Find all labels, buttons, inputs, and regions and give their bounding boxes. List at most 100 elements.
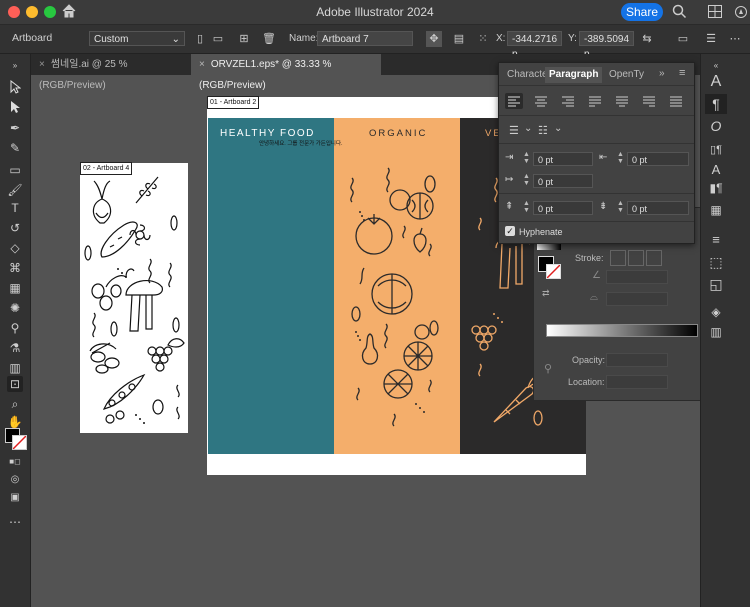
stroke-align-inside-icon[interactable]: [628, 250, 644, 266]
type-tool-icon[interactable]: T: [7, 200, 23, 216]
zoom-tool-icon[interactable]: ⌕: [7, 396, 23, 412]
hyphenate-checkbox[interactable]: ✓: [505, 226, 515, 236]
discover-icon[interactable]: [734, 5, 748, 22]
reference-point-icon[interactable]: ⁙: [476, 31, 490, 47]
rotate-tool-icon[interactable]: ↺: [7, 220, 23, 236]
eyedropper-tool-icon[interactable]: ⚲: [7, 320, 23, 336]
stepper-icon[interactable]: ▲ ▼: [523, 200, 530, 214]
more-options-icon[interactable]: ⋯: [728, 31, 742, 47]
ruler-icon[interactable]: ▭: [676, 31, 690, 47]
stroke-swatch-large[interactable]: [546, 264, 561, 279]
right-indent-input[interactable]: 0 pt: [627, 152, 689, 166]
blend-tool-icon[interactable]: ⚗: [7, 340, 23, 356]
stroke-align-center-icon[interactable]: [610, 250, 626, 266]
close-tab-icon[interactable]: ×: [199, 59, 205, 70]
justify-last-right-icon[interactable]: [640, 93, 658, 109]
eraser-tool-icon[interactable]: ◇: [7, 240, 23, 256]
stepper-icon[interactable]: ▲ ▼: [523, 173, 530, 187]
paragraph-panel-icon[interactable]: ¶: [705, 94, 727, 114]
pathfinder-panel-icon[interactable]: ◱: [705, 274, 727, 294]
draw-mode-icon[interactable]: ◎: [7, 472, 23, 488]
stepper-icon[interactable]: ▲ ▼: [523, 151, 530, 165]
tab-orvzel-document[interactable]: × ORVZEL1.eps* @ 33.33 % (RGB/Preview): [191, 54, 381, 91]
tab-paragraph[interactable]: Paragraph: [545, 67, 603, 83]
direct-selection-tool-icon[interactable]: [7, 100, 23, 116]
eyedropper-icon[interactable]: ⚲: [544, 362, 552, 375]
share-button[interactable]: Share: [621, 3, 663, 21]
angle-input[interactable]: [606, 270, 668, 284]
x-input[interactable]: -344.2716 p: [507, 31, 562, 60]
width-tool-icon[interactable]: ⌘: [7, 260, 23, 276]
chevron-down-icon[interactable]: ⌄: [524, 123, 532, 134]
collapse-toolbar-icon[interactable]: »: [7, 58, 23, 74]
artboard-2-label[interactable]: 01 - Artboard 2: [207, 96, 260, 109]
pen-tool-icon[interactable]: ✒: [7, 120, 23, 136]
artboard-4-label[interactable]: 02 - Artboard 4: [80, 162, 133, 175]
justify-last-left-icon[interactable]: [586, 93, 604, 109]
opacity-input[interactable]: [606, 353, 668, 367]
opentype-panel-icon[interactable]: O: [705, 116, 727, 136]
rectangle-tool-icon[interactable]: ▭: [7, 162, 23, 178]
align-right-icon[interactable]: [559, 93, 577, 109]
artboard-tool-icon[interactable]: ⊡: [7, 376, 23, 392]
glyphs-panel-icon[interactable]: ▯¶: [705, 140, 727, 160]
edit-toolbar-icon[interactable]: ⋯: [7, 514, 23, 530]
transform-panel-icon[interactable]: ⬚: [705, 252, 727, 272]
chevron-down-icon[interactable]: ⌄: [554, 123, 562, 134]
artboard-4[interactable]: [80, 163, 188, 433]
artboard-options-icon[interactable]: ▤: [452, 31, 466, 47]
expand-panel-icon[interactable]: »: [659, 68, 665, 79]
portrait-orientation-icon[interactable]: ▯: [193, 31, 207, 47]
link-icon[interactable]: ⇆: [640, 31, 654, 47]
panel-menu-icon[interactable]: ≡: [679, 67, 685, 79]
aspect-ratio-icon[interactable]: ⌓: [590, 292, 598, 303]
bullets-icon[interactable]: ☰: [509, 124, 519, 137]
left-indent-input[interactable]: 0 pt: [533, 152, 593, 166]
stroke-align-outside-icon[interactable]: [646, 250, 662, 266]
paragraph-styles-icon[interactable]: ▮¶: [705, 178, 727, 198]
tab-opentype[interactable]: OpenTy: [605, 67, 648, 83]
align-center-icon[interactable]: [532, 93, 550, 109]
preset-select[interactable]: Custom ⌄: [89, 31, 185, 46]
character-styles-icon[interactable]: A: [705, 160, 727, 180]
delete-artboard-icon[interactable]: 🗑: [262, 31, 276, 47]
stepper-icon[interactable]: ▲ ▼: [617, 151, 624, 165]
layers-panel-icon[interactable]: ◈: [705, 302, 727, 322]
color-mode-icon[interactable]: ■◻: [7, 454, 23, 470]
landscape-orientation-icon[interactable]: ▭: [211, 31, 225, 47]
space-after-input[interactable]: 0 pt: [627, 201, 689, 215]
stroke-swatch[interactable]: [12, 435, 27, 450]
curvature-tool-icon[interactable]: ✎: [7, 140, 23, 156]
selection-tool-icon[interactable]: [7, 79, 23, 96]
swap-icon[interactable]: ⇄: [542, 288, 550, 299]
search-icon[interactable]: [672, 4, 687, 22]
space-before-input[interactable]: 0 pt: [533, 201, 593, 215]
arrange-documents-icon[interactable]: [708, 5, 722, 21]
new-artboard-icon[interactable]: ⊞: [237, 31, 251, 47]
justify-last-center-icon[interactable]: [613, 93, 631, 109]
tabs-panel-icon[interactable]: ▦: [705, 200, 727, 220]
artboard-name-input[interactable]: Artboard 7: [317, 31, 413, 46]
align-left-icon[interactable]: [505, 93, 523, 109]
y-input[interactable]: -389.5094 p: [579, 31, 634, 60]
artboards-panel-icon[interactable]: ▥: [705, 322, 727, 342]
close-tab-icon[interactable]: ×: [39, 59, 45, 70]
symbol-sprayer-tool-icon[interactable]: ✺: [7, 300, 23, 316]
gradient-tool-icon[interactable]: ▦: [7, 280, 23, 296]
first-line-indent-input[interactable]: 0 pt: [533, 174, 593, 188]
aspect-ratio-input[interactable]: [606, 292, 668, 306]
justify-all-icon[interactable]: [667, 93, 685, 109]
tab-thumbnail-document[interactable]: × 썸네일.ai @ 25 % (RGB/Preview): [31, 54, 191, 91]
stepper-icon[interactable]: ▲ ▼: [617, 200, 624, 214]
location-input[interactable]: [606, 375, 668, 389]
gradient-slider[interactable]: [546, 324, 698, 337]
angle-icon[interactable]: ∠: [592, 270, 601, 281]
graph-tool-icon[interactable]: ▥: [7, 360, 23, 376]
panel-menu-icon[interactable]: ☰: [704, 31, 718, 47]
numbering-icon[interactable]: ☷: [538, 124, 548, 137]
character-panel-icon[interactable]: A: [705, 72, 727, 92]
screen-mode-icon[interactable]: ▣: [7, 490, 23, 506]
align-panel-icon[interactable]: ≡: [705, 230, 727, 250]
move-artwork-icon[interactable]: ✥: [426, 31, 442, 47]
paintbrush-tool-icon[interactable]: 🖌: [7, 182, 23, 198]
